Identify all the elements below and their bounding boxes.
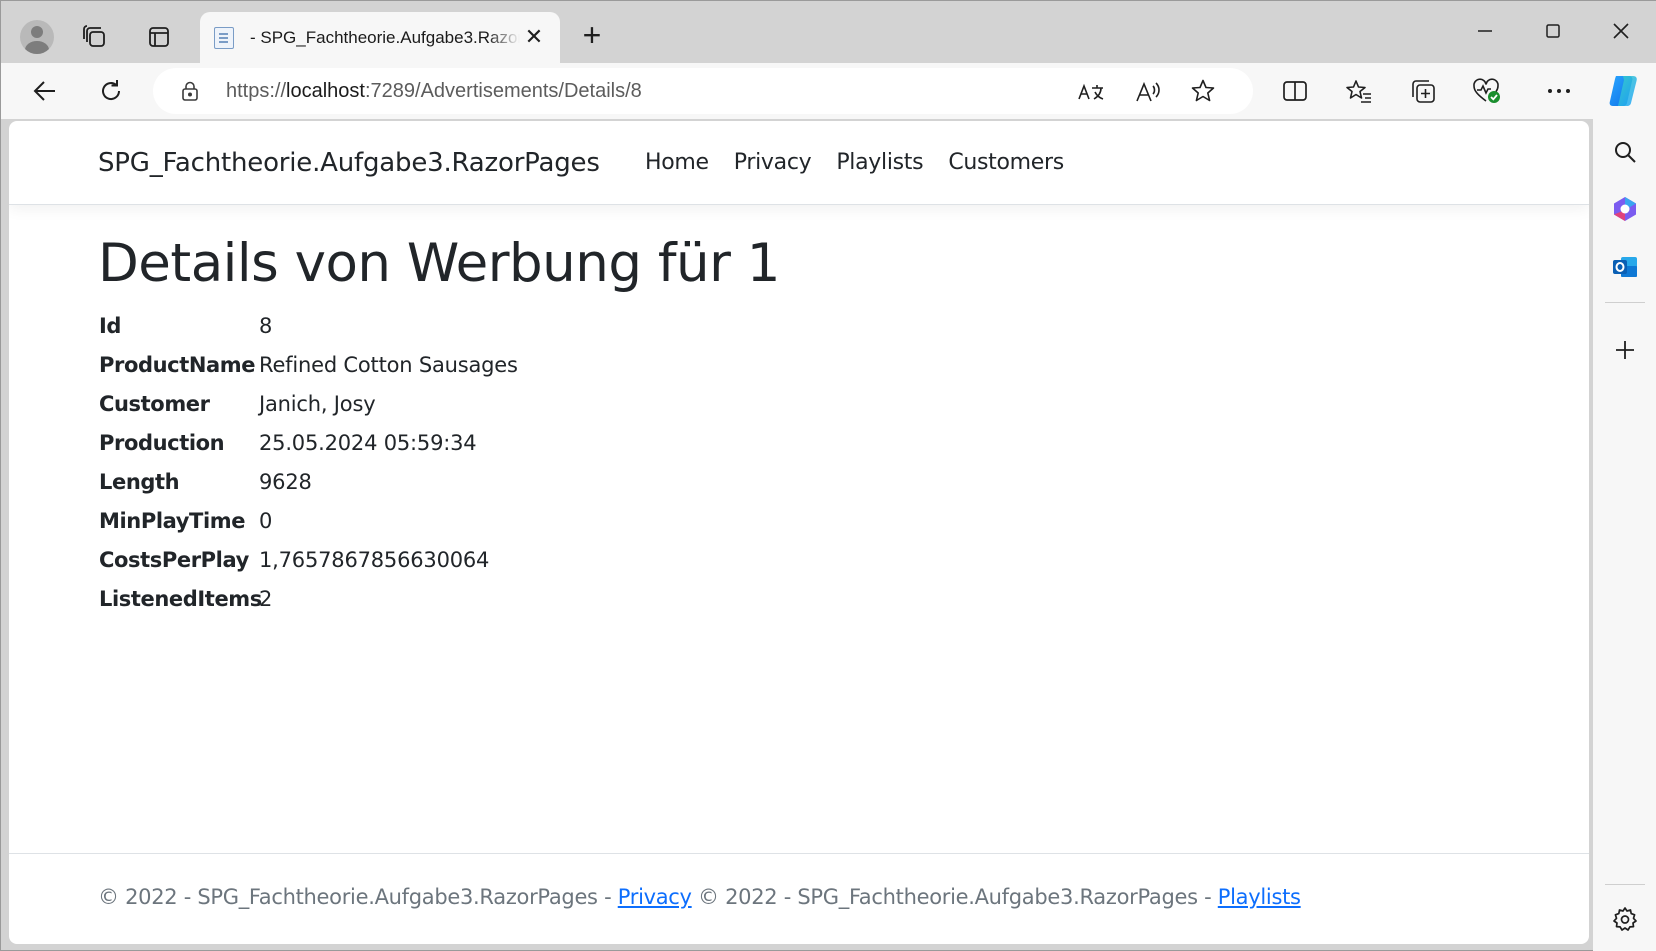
detail-label: ProductName (99, 352, 256, 377)
office-icon (1614, 197, 1636, 221)
close-window-button[interactable] (1589, 9, 1653, 53)
split-screen-button[interactable] (1273, 69, 1317, 113)
vertical-tabs-button[interactable] (135, 13, 183, 61)
nav-link-playlists[interactable]: Playlists (836, 150, 923, 175)
collections-icon (1412, 80, 1435, 103)
details-list: Id 8 ProductName Refined Cotton Sausages… (99, 306, 518, 618)
sidebar-add-button[interactable] (1601, 326, 1649, 374)
add-icon (1616, 341, 1634, 359)
detail-row-length: Length 9628 (99, 462, 518, 501)
detail-row-id: Id 8 (99, 306, 518, 345)
collections-button[interactable] (1401, 69, 1445, 113)
sidebar-divider (1605, 884, 1645, 885)
detail-value: 25.05.2024 05:59:34 (259, 430, 477, 455)
browser-essentials-icon (1473, 78, 1500, 103)
sidebar-outlook-button[interactable] (1601, 243, 1649, 291)
site-brand-link[interactable]: SPG_Fachtheorie.Aufgabe3.RazorPages (98, 148, 600, 178)
detail-label: MinPlayTime (99, 508, 246, 533)
star-glyph (1191, 79, 1215, 102)
footer-text: © 2022 - SPG_Fachtheorie.Aufgabe3.RazorP… (98, 885, 1301, 909)
translate-icon[interactable] (1077, 78, 1105, 106)
url-text[interactable]: https://localhost:7289/Advertisements/De… (226, 80, 642, 103)
site-navbar: SPG_Fachtheorie.Aufgabe3.RazorPages Home… (9, 121, 1589, 205)
favorites-icon (1346, 80, 1371, 103)
refresh-icon (102, 80, 121, 100)
maximize-icon (1546, 24, 1560, 38)
detail-value: Refined Cotton Sausages (259, 352, 518, 377)
detail-row-listeneditems: ListenedItems 2 (99, 579, 518, 618)
page-viewport: SPG_Fachtheorie.Aufgabe3.RazorPages Home… (9, 121, 1589, 944)
more-button[interactable] (1537, 69, 1581, 113)
refresh-button[interactable] (89, 69, 133, 113)
active-tab[interactable]: - SPG_Fachtheorie.Aufgabe3.RazorPages ✕ (200, 12, 560, 63)
detail-label: Production (99, 430, 225, 455)
minimize-button[interactable] (1453, 9, 1517, 53)
tab-title: - SPG_Fachtheorie.Aufgabe3.RazorPages (250, 27, 520, 47)
minimize-icon (1478, 30, 1492, 32)
detail-row-costsperplay: CostsPerPlay 1,7657867856630064 (99, 540, 518, 579)
browser-essentials-button[interactable] (1465, 69, 1509, 113)
nav-link-customers[interactable]: Customers (948, 150, 1064, 175)
close-icon (1613, 23, 1629, 39)
detail-row-customer: Customer Janich, Josy (99, 384, 518, 423)
sidebar-divider (1605, 302, 1645, 303)
copilot-icon (1609, 76, 1637, 106)
split-screen-icon (1283, 81, 1307, 101)
read-aloud-icon[interactable] (1135, 78, 1163, 106)
sidebar-search-button[interactable] (1601, 128, 1649, 176)
footer-playlists-link[interactable]: Playlists (1218, 885, 1301, 909)
detail-label: CostsPerPlay (99, 547, 249, 572)
sidebar-settings-button[interactable] (1601, 895, 1649, 943)
detail-value: 2 (259, 586, 273, 611)
settings-icon (1613, 907, 1637, 931)
workspaces-button[interactable] (71, 13, 119, 61)
nav-link-privacy[interactable]: Privacy (734, 150, 812, 175)
detail-row-production: Production 25.05.2024 05:59:34 (99, 423, 518, 462)
workspaces-icon (83, 25, 105, 47)
footer-privacy-link[interactable]: Privacy (618, 885, 692, 909)
avatar-icon (20, 20, 54, 54)
detail-value: 1,7657867856630064 (259, 547, 490, 572)
detail-label: Customer (99, 391, 210, 416)
detail-value: Janich, Josy (259, 391, 376, 416)
site-nav-links: Home Privacy Playlists Customers (645, 150, 1089, 175)
footer-copyright: © 2022 - SPG_Fachtheorie.Aufgabe3.RazorP… (98, 885, 618, 909)
favorites-button[interactable] (1337, 69, 1381, 113)
tab-strip: - SPG_Fachtheorie.Aufgabe3.RazorPages ✕ … (1, 1, 1656, 63)
browser-toolbar: https://localhost:7289/Advertisements/De… (1, 63, 1656, 119)
address-bar[interactable]: https://localhost:7289/Advertisements/De… (153, 68, 1253, 114)
sidebar-office-button[interactable] (1601, 185, 1649, 233)
lock-icon (182, 81, 198, 101)
search-icon (1615, 142, 1636, 163)
profile-button[interactable] (13, 13, 61, 61)
edge-sidebar (1593, 119, 1656, 951)
new-tab-button[interactable]: + (574, 15, 610, 55)
outlook-icon (1613, 257, 1637, 277)
translate-glyph (1078, 83, 1104, 100)
detail-label: Length (99, 469, 180, 494)
site-footer: © 2022 - SPG_Fachtheorie.Aufgabe3.RazorP… (9, 853, 1589, 944)
detail-label: ListenedItems (99, 586, 262, 611)
detail-value: 0 (259, 508, 273, 533)
browser-window: - SPG_Fachtheorie.Aufgabe3.RazorPages ✕ … (0, 0, 1656, 951)
footer-copyright: © 2022 - SPG_Fachtheorie.Aufgabe3.RazorP… (691, 885, 1218, 909)
back-arrow-icon (33, 81, 55, 101)
page-title: Details von Werbung für 1 (98, 233, 780, 294)
detail-row-productname: ProductName Refined Cotton Sausages (99, 345, 518, 384)
maximize-button[interactable] (1521, 9, 1585, 53)
detail-value: 8 (259, 313, 273, 338)
nav-link-home[interactable]: Home (645, 150, 709, 175)
more-icon (1548, 89, 1570, 93)
detail-label: Id (99, 313, 122, 338)
favorite-star-icon[interactable] (1189, 77, 1217, 105)
detail-value: 9628 (259, 469, 312, 494)
page-favicon-icon (214, 26, 234, 49)
tab-close-icon[interactable]: ✕ (522, 24, 546, 49)
back-button[interactable] (23, 69, 67, 113)
detail-row-minplaytime: MinPlayTime 0 (99, 501, 518, 540)
vertical-tabs-icon (149, 27, 169, 47)
read-aloud-glyph (1136, 81, 1160, 102)
copilot-button[interactable] (1601, 69, 1645, 113)
